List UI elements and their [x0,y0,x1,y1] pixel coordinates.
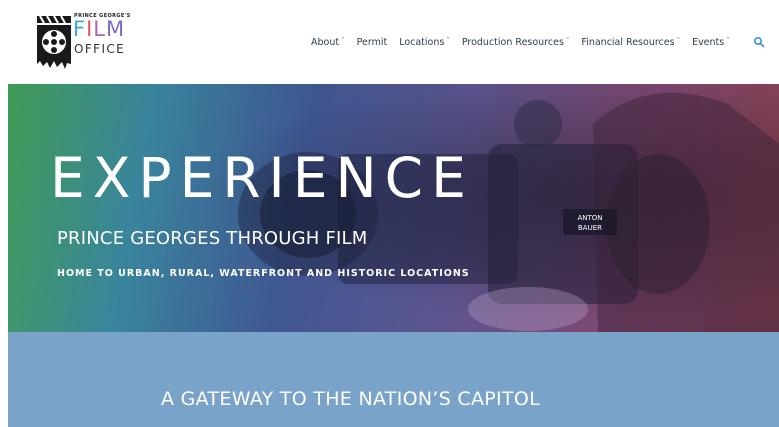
logo-film-wordmark: FILM [73,19,125,40]
dropdown-caret-icon: ˇ [341,36,345,45]
hero-subtitle: PRINCE GEORGES THROUGH FILM [57,228,368,249]
nav-item-label: Financial Resources [581,36,675,48]
gateway-section-title: A GATEWAY TO THE NATION’S CAPITOL [161,388,540,410]
nav-item-financial-resources[interactable]: Financial Resources ˇ [581,37,680,48]
svg-text:BAUER: BAUER [578,224,602,232]
dropdown-caret-icon: ˇ [565,36,570,45]
search-icon[interactable] [753,36,765,48]
logo-office-wordmark: OFFICE [74,42,126,56]
logo-film-letter: F [73,17,87,41]
nav-item-label: About [311,36,340,48]
logo-film-letter: M [106,17,126,41]
nav-item-label: Events [692,36,725,48]
nav-item-production-resources[interactable]: Production Resources ˇ [462,37,570,48]
main-navigation: About ˇ Permit Locations ˇ Production Resourc… [311,35,742,49]
hero-title: EXPERIENCE [50,146,474,210]
nav-item-label: Locations [399,36,445,48]
gateway-section [8,332,779,427]
clapperboard-icon [37,15,71,69]
dropdown-caret-icon: ˇ [446,36,450,45]
nav-item-about[interactable]: About ˇ [311,37,345,48]
dropdown-caret-icon: ˇ [676,36,681,45]
nav-item-events[interactable]: Events ˇ [692,37,730,48]
logo-film-letter: L [93,17,106,41]
dropdown-caret-icon: ˇ [726,36,730,45]
svg-text:ANTON: ANTON [577,214,602,222]
nav-item-label: Production Resources [461,36,564,48]
nav-item-locations[interactable]: Locations ˇ [399,37,450,48]
film-office-logo[interactable]: PRINCE GEORGE'S FILM OFFICE [36,10,136,72]
site-header: PRINCE GEORGE'S FILM OFFICE About ˇ Permit… [0,0,779,84]
hero-tagline: HOME TO URBAN, RURAL, WATERFRONT AND HIS… [57,268,470,279]
nav-item-permit[interactable]: Permit [357,37,388,48]
nav-item-label: Permit [356,36,388,48]
